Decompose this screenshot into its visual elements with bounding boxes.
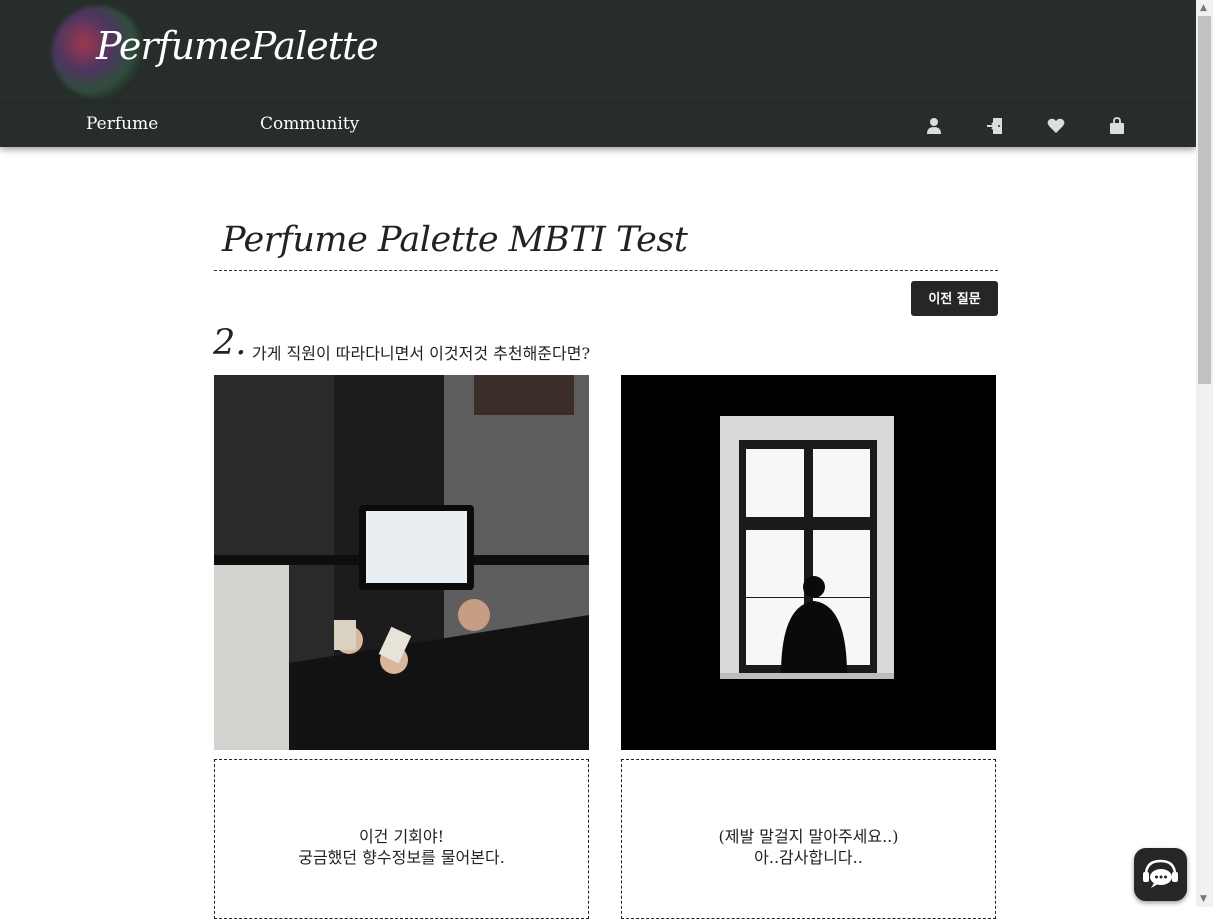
scroll-thumb[interactable] [1198,16,1211,384]
question-number: 2. [213,323,247,363]
shopping-bag-icon[interactable] [1105,114,1129,138]
heart-icon[interactable] [1044,114,1068,138]
choice-1-line-1: 이건 기회야! [358,827,445,846]
choice-1-image[interactable] [214,375,589,750]
login-door-icon[interactable] [983,114,1007,138]
nav-perfume[interactable]: Perfume [86,114,158,134]
scroll-down-arrow-icon[interactable]: ▼ [1200,894,1207,904]
choice-2-image[interactable] [621,375,996,750]
choice-2-line-1: (제발 말걸지 말아주세요..) [718,827,899,846]
page-title: Perfume Palette MBTI Test [222,220,688,260]
question-text: 가게 직원이 따라다니면서 이것저것 추천해준다면? [252,344,591,363]
site-header: PerfumePalette [0,0,1196,104]
choice-1-option[interactable]: 이건 기회야! 궁금했던 향수정보를 물어본다. [214,759,589,919]
site-logo[interactable]: PerfumePalette [52,6,379,98]
choice-2-line-2: 아..감사합니다.. [754,848,863,867]
main-nav: Perfume Community [0,104,1196,147]
logo-text: PerfumePalette [96,24,379,68]
choice-2-option[interactable]: (제발 말걸지 말아주세요..) 아..감사합니다.. [621,759,996,919]
title-divider [214,270,998,271]
nav-community[interactable]: Community [260,114,359,134]
choice-1-text: 이건 기회야! 궁금했던 향수정보를 물어본다. [215,826,588,868]
choice-1-line-2: 궁금했던 향수정보를 물어본다. [298,848,505,867]
support-chat-icon [1143,859,1178,888]
choice-2-text: (제발 말걸지 말아주세요..) 아..감사합니다.. [622,826,995,868]
page-scrollbar[interactable]: ▲ ▼ [1196,0,1213,907]
previous-question-button[interactable]: 이전 질문 [911,281,998,316]
support-chat-button[interactable] [1134,848,1187,901]
scroll-up-arrow-icon[interactable]: ▲ [1200,3,1207,13]
user-icon[interactable] [922,114,946,138]
